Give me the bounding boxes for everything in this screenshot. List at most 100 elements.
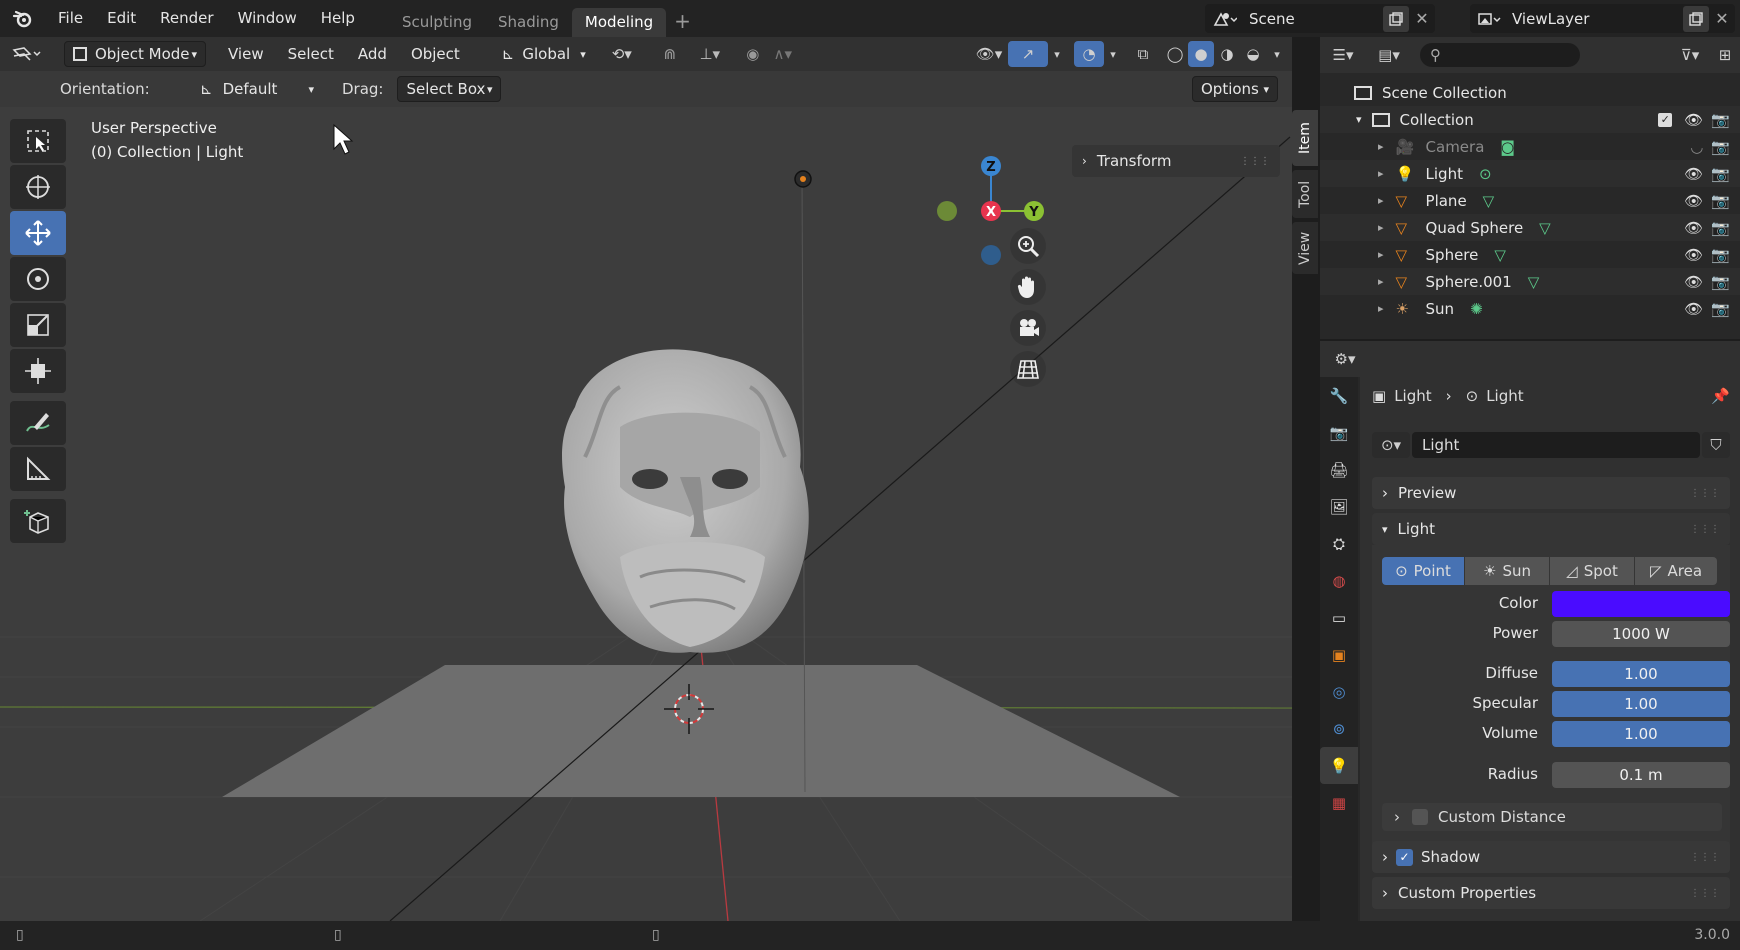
menu-object[interactable]: Object	[399, 37, 472, 71]
ortho-grid-icon[interactable]	[1010, 351, 1046, 387]
light-panel-header[interactable]: ▾ Light ⋮⋮⋮	[1372, 513, 1730, 545]
chevron-down-icon[interactable]: ▾	[1356, 113, 1362, 126]
chevron-right-icon[interactable]: ▸	[1378, 248, 1384, 261]
light-type-sun[interactable]: ☀ Sun	[1465, 557, 1549, 585]
camera-data-icon[interactable]: ◙	[1500, 138, 1515, 156]
outliner-item-plane[interactable]: ▸ ▽ Plane ▽ 👁 📷	[1320, 187, 1740, 214]
new-viewlayer-icon[interactable]	[1683, 5, 1709, 32]
output-tab-icon[interactable]: 🖨	[1320, 451, 1358, 488]
datablock-name-field[interactable]: Light	[1412, 432, 1700, 458]
view-layer-tab-icon[interactable]: 🖼	[1320, 488, 1358, 525]
eye-icon[interactable]: ◡	[1690, 138, 1703, 156]
add-cube-tool[interactable]	[10, 499, 66, 543]
scene-icon[interactable]	[1205, 11, 1245, 27]
eye-icon[interactable]: 👁	[1684, 246, 1703, 264]
exclude-checkbox[interactable]: ✓	[1658, 112, 1673, 127]
outliner-item-label[interactable]: Plane	[1426, 192, 1467, 210]
outliner-item-label[interactable]: Light	[1426, 165, 1463, 183]
shadow-panel-header[interactable]: › ✓ Shadow ⋮⋮⋮	[1372, 841, 1730, 873]
custom-distance-subpanel[interactable]: › Custom Distance	[1382, 803, 1722, 831]
camera-restrict-icon[interactable]: 📷	[1711, 138, 1730, 156]
blender-logo-icon[interactable]	[0, 0, 46, 37]
world-tab-icon[interactable]: ◍	[1320, 562, 1358, 599]
light-data-icon[interactable]: ⊙	[1479, 165, 1492, 183]
outliner-item-sphere[interactable]: ▸ ▽ Sphere ▽ 👁 📷	[1320, 241, 1740, 268]
outliner-item-sun[interactable]: ▸ ☀ Sun ✺ 👁 📷	[1320, 295, 1740, 322]
menu-edit[interactable]: Edit	[95, 0, 148, 37]
filter-icon[interactable]: ⊽▾	[1670, 46, 1710, 64]
tab-view[interactable]: View	[1292, 222, 1318, 274]
menu-select[interactable]: Select	[276, 37, 346, 71]
outliner-item-light[interactable]: ▸ 💡 Light ⊙ 👁 📷	[1320, 160, 1740, 187]
outliner-item-label[interactable]: Sphere	[1426, 246, 1479, 264]
drag-dropdown[interactable]: Select Box ▾	[397, 76, 502, 102]
volume-slider[interactable]: 1.00	[1552, 721, 1730, 747]
overlays-dropdown-icon[interactable]: ▾	[1104, 48, 1122, 61]
tool-tab-icon[interactable]: 🔧	[1320, 377, 1358, 414]
gizmo-toggle-icon[interactable]: ↗	[1008, 41, 1048, 67]
chevron-right-icon[interactable]: ▸	[1378, 275, 1384, 288]
new-collection-icon[interactable]: ⊞	[1710, 46, 1740, 64]
light-browse-icon[interactable]: ⊙▾	[1372, 432, 1410, 458]
scene-selector[interactable]: Scene ✕	[1205, 4, 1435, 33]
viewlayer-name[interactable]: ViewLayer	[1508, 10, 1683, 28]
shading-wireframe-icon[interactable]: ◯	[1162, 41, 1188, 67]
scale-tool[interactable]	[10, 303, 66, 347]
eye-icon[interactable]: 👁	[1684, 111, 1703, 129]
mesh-data-icon[interactable]: ▽	[1539, 219, 1551, 237]
light-type-spot[interactable]: ◿ Spot	[1550, 557, 1634, 585]
display-mode-icon[interactable]: ▤▾	[1366, 46, 1412, 64]
color-swatch[interactable]	[1552, 591, 1730, 617]
annotate-tool[interactable]	[10, 401, 66, 445]
overlays-icon[interactable]: ◔	[1074, 41, 1104, 67]
preview-panel-header[interactable]: › Preview ⋮⋮⋮	[1372, 477, 1730, 509]
shading-dropdown-icon[interactable]: ▾	[1266, 48, 1288, 61]
camera-restrict-icon[interactable]: 📷	[1711, 246, 1730, 264]
radius-field[interactable]: 0.1 m	[1552, 762, 1730, 788]
outliner-item-label[interactable]: Camera	[1426, 138, 1485, 156]
menu-render[interactable]: Render	[148, 0, 225, 37]
custom-distance-checkbox[interactable]	[1412, 809, 1428, 825]
delete-scene-icon[interactable]: ✕	[1409, 9, 1435, 28]
menu-file[interactable]: File	[46, 0, 95, 37]
new-scene-icon[interactable]	[1383, 5, 1409, 32]
eye-icon[interactable]: 👁	[1684, 300, 1703, 318]
3d-viewport[interactable]: Object Mode ▾ View Select Add Object ⊾ G…	[0, 37, 1292, 921]
mesh-data-icon[interactable]: ▽	[1494, 246, 1506, 264]
chevron-right-icon[interactable]: ▸	[1378, 140, 1384, 153]
collection-row[interactable]: ▾ Collection ✓ 👁 📷	[1320, 106, 1740, 133]
drag-handle-icon[interactable]: ⋮⋮⋮	[1690, 524, 1720, 535]
snap-icon[interactable]: ⋒	[650, 45, 690, 63]
drag-handle-icon[interactable]: ⋮⋮⋮	[1690, 852, 1720, 863]
orientation-dropdown[interactable]: ⊾ Default ▾	[192, 76, 322, 102]
diffuse-slider[interactable]: 1.00	[1552, 661, 1730, 687]
mode-dropdown[interactable]: Object Mode ▾	[64, 41, 206, 67]
tab-item[interactable]: Item	[1292, 110, 1318, 166]
custom-properties-panel-header[interactable]: › Custom Properties ⋮⋮⋮	[1372, 877, 1730, 909]
texture-tab-icon[interactable]: ▦	[1320, 784, 1358, 821]
outliner-item-quad-sphere[interactable]: ▸ ▽ Quad Sphere ▽ 👁 📷	[1320, 214, 1740, 241]
tab-shading[interactable]: Shading	[485, 8, 572, 37]
mesh-data-icon[interactable]: ▽	[1528, 273, 1540, 291]
outliner-editor-type-icon[interactable]: ☰▾	[1320, 46, 1366, 64]
render-tab-icon[interactable]: 📷	[1320, 414, 1358, 451]
transform-panel-header[interactable]: › Transform ⋮⋮⋮	[1072, 145, 1280, 177]
modifier-tab-icon[interactable]: ◎	[1320, 673, 1358, 710]
camera-restrict-icon[interactable]: 📷	[1711, 111, 1730, 129]
light-type-point[interactable]: ⊙ Point	[1382, 557, 1464, 585]
pan-hand-icon[interactable]	[1010, 269, 1046, 305]
transform-orientation-dropdown[interactable]: ⊾ Global ▾	[494, 41, 594, 67]
fake-user-shield-icon[interactable]: ⛉	[1702, 432, 1730, 458]
scene-tab-icon[interactable]: ⛭	[1320, 525, 1358, 562]
outliner-item-sphere-001[interactable]: ▸ ▽ Sphere.001 ▽ 👁 📷	[1320, 268, 1740, 295]
rotate-tool[interactable]	[10, 257, 66, 301]
menu-window[interactable]: Window	[226, 0, 309, 37]
falloff-icon[interactable]: ∧▾	[768, 45, 798, 63]
transform-tool[interactable]	[10, 349, 66, 393]
drag-handle-icon[interactable]: ⋮⋮⋮	[1690, 888, 1720, 899]
light-type-area[interactable]: ◸ Area	[1635, 557, 1717, 585]
shading-rendered-icon[interactable]: ◒	[1240, 41, 1266, 67]
power-field[interactable]: 1000 W	[1552, 621, 1730, 647]
pivot-point-icon[interactable]: ⟲▾	[602, 45, 642, 63]
outliner-item-camera[interactable]: ▸ 🎥 Camera ◙ ◡ 📷	[1320, 133, 1740, 160]
